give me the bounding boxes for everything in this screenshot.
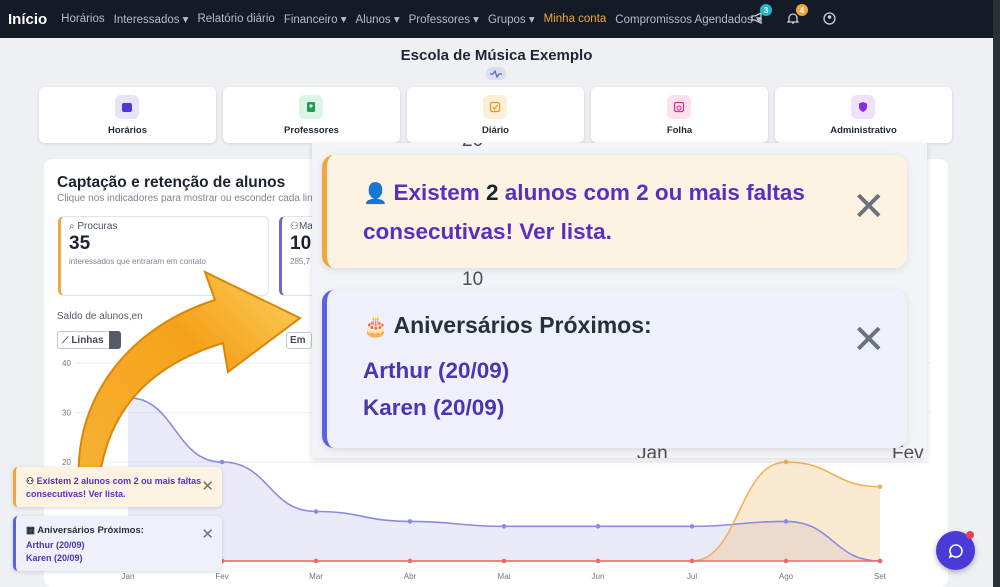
data-point — [595, 558, 601, 564]
data-point — [501, 558, 507, 564]
data-point — [689, 524, 695, 529]
data-point — [125, 395, 131, 400]
y-tick-label: 40 — [62, 359, 71, 368]
faltas-count: 2 — [486, 180, 499, 205]
x-tick-label: Jul — [687, 572, 697, 581]
zoom-tick-10: 10 — [462, 269, 484, 290]
x-tick-label: Jun — [592, 572, 605, 581]
data-point — [313, 558, 319, 564]
close-icon[interactable]: ✕ — [201, 479, 214, 494]
x-tick-label: Ago — [779, 572, 794, 581]
y-tick-label: 20 — [62, 458, 71, 467]
birthday-toast: ▦ Aniversários Próximos: Arthur (20/09) … — [13, 516, 222, 571]
x-tick-label: Set — [874, 572, 887, 581]
student-alert-icon: 👤 — [363, 183, 394, 205]
toast-faltas-text[interactable]: ⚇ Existem 2 alunos com 2 ou mais faltas … — [26, 475, 206, 501]
zoom-birthday-alert: 🎂 Aniversários Próximos: Arthur (20/09) … — [322, 290, 907, 448]
toast-birthday-arthur[interactable]: Arthur (20/09) — [26, 540, 85, 550]
data-point — [783, 459, 789, 465]
y-tick-label: 30 — [62, 409, 71, 418]
x-tick-label: Abr — [404, 572, 417, 581]
data-point — [595, 524, 601, 529]
close-icon[interactable]: ✕ — [852, 187, 886, 227]
x-tick-label: Jan — [122, 572, 135, 581]
birthday-title-text: Aniversários Próximos: — [393, 312, 652, 338]
toast-faltas-prefix: Existem — [36, 476, 74, 486]
birthday-karen[interactable]: Karen (20/09) — [363, 395, 504, 421]
toast-birthday-title-text: Aniversários Próximos: — [37, 525, 144, 536]
x-tick-label: Mar — [309, 572, 323, 581]
data-point — [313, 509, 319, 514]
faltas-text[interactable]: 👤 Existem 2 alunos com 2 ou mais faltas … — [363, 174, 873, 250]
data-point — [407, 558, 413, 564]
toast-birthday-title: ▦ Aniversários Próximos: — [26, 525, 144, 536]
faltas-prefix: Existem — [393, 180, 487, 205]
birthday-title: 🎂 Aniversários Próximos: — [363, 312, 652, 339]
close-icon[interactable]: ✕ — [201, 527, 214, 542]
cake-icon: 🎂 — [363, 316, 394, 338]
data-point — [877, 484, 883, 490]
close-icon[interactable]: ✕ — [852, 320, 886, 360]
birthday-arthur[interactable]: Arthur (20/09) — [363, 358, 509, 384]
data-point — [783, 558, 789, 564]
data-point — [407, 519, 413, 524]
x-tick-label: Fev — [215, 572, 228, 581]
chat-icon — [948, 543, 963, 559]
toast-birthday-karen[interactable]: Karen (20/09) — [26, 553, 83, 563]
x-tick-label: Mai — [498, 572, 511, 581]
zoom-tick-20: 20 — [462, 143, 483, 152]
data-point — [783, 519, 789, 524]
zoom-inset: 20 10 Jan Fev 👤 Existem 2 alunos com 2 o… — [312, 143, 927, 458]
data-point — [501, 524, 507, 529]
data-point — [219, 459, 225, 465]
data-point — [877, 558, 883, 564]
cake-icon: ▦ — [26, 525, 38, 536]
student-alert-icon: ⚇ — [26, 476, 37, 486]
faltas-toast[interactable]: ⚇ Existem 2 alunos com 2 ou mais faltas … — [13, 467, 222, 507]
zoom-faltas-alert[interactable]: 👤 Existem 2 alunos com 2 ou mais faltas … — [322, 155, 907, 268]
data-point — [689, 558, 695, 564]
chat-notification-dot — [966, 531, 974, 539]
